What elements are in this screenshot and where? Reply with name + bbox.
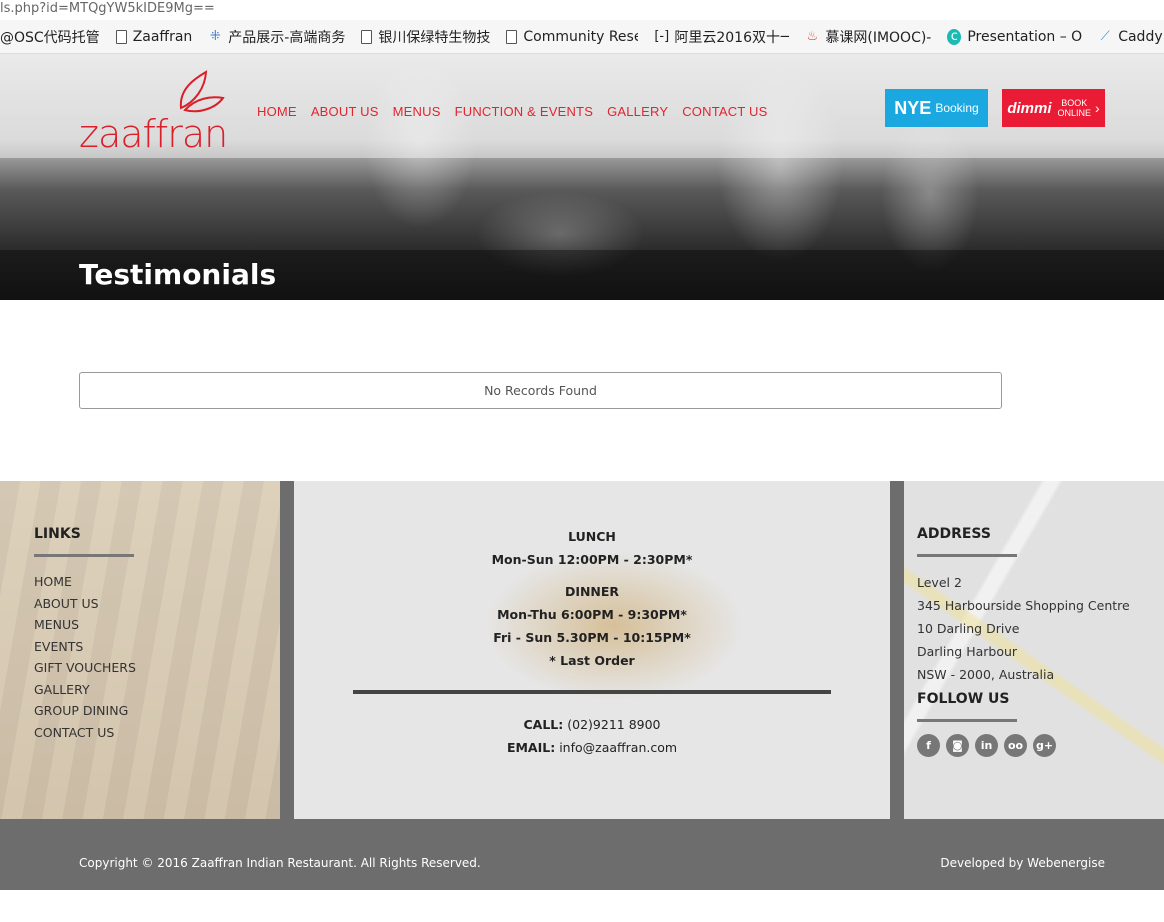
footer-link-home[interactable]: HOME [34, 571, 136, 593]
bookmark-label: Zaaffran [132, 28, 193, 45]
links-heading: LINKS [34, 526, 81, 542]
address-line: 345 Harbourside Shopping Centre [917, 598, 1130, 613]
nav-about[interactable]: ABOUT US [311, 104, 379, 119]
developer-credit[interactable]: Developed by Webenergise [940, 856, 1105, 870]
links-column: LINKS HOME ABOUT US MENUS EVENTS GIFT VO… [34, 526, 136, 743]
nav-gallery[interactable]: GALLERY [607, 104, 668, 119]
address-bar[interactable]: ls.php?id=MTQgYW5kIDE9Mg== [0, 0, 1164, 20]
follow-heading: FOLLOW US [917, 691, 1010, 707]
lunch-label: LUNCH [568, 529, 616, 544]
grid-icon: ⁜ [209, 28, 221, 44]
address-line: 10 Darling Drive [917, 621, 1020, 636]
bookmark-label: Caddy [1118, 28, 1163, 45]
address-divider [917, 554, 1017, 557]
doc-icon [115, 29, 127, 44]
hero-banner: zaaffran HOME ABOUT US MENUS FUNCTION & … [0, 54, 1164, 300]
feather-icon: ⟋ [1100, 28, 1110, 44]
dimmi-book-online-button[interactable]: dimmi BOOK ONLINE › [1002, 89, 1105, 127]
leaf-logo-icon [179, 70, 225, 113]
bookmark-osc[interactable]: @OSC代码托管 [0, 20, 100, 53]
copyright-text: Copyright © 2016 Zaaffran Indian Restaur… [79, 856, 481, 870]
chevron-right-icon: › [1095, 100, 1100, 116]
nav-function-events[interactable]: FUNCTION & EVENTS [455, 104, 593, 119]
hours-divider [353, 690, 831, 694]
footer-link-contact[interactable]: CONTACT US [34, 722, 136, 744]
dinner-weekend-time: Fri - Sun 5.30PM - 10:15PM* [493, 630, 691, 645]
call-label: CALL: [523, 717, 564, 732]
bookmark-label: 银川保绿特生物技 [378, 29, 491, 46]
site-logo[interactable]: zaaffran [79, 68, 228, 156]
dinner-weekday-time: Mon-Thu 6:00PM - 9:30PM* [497, 607, 687, 622]
contact-info: CALL: (02)9211 8900 EMAIL: info@zaaffran… [294, 713, 890, 759]
address-line: Darling Harbour [917, 644, 1018, 659]
footer-link-events[interactable]: EVENTS [34, 636, 136, 658]
opening-hours: LUNCH Mon-Sun 12:00PM - 2:30PM* DINNER M… [294, 525, 890, 672]
nav-contact[interactable]: CONTACT US [682, 104, 767, 119]
nav-home[interactable]: HOME [257, 104, 297, 119]
last-order-note: * Last Order [549, 653, 635, 668]
book-online-label: BOOK ONLINE [1058, 98, 1092, 118]
nav-menus[interactable]: MENUS [393, 104, 441, 119]
footer-link-menus[interactable]: MENUS [34, 614, 136, 636]
dinner-label: DINNER [564, 584, 620, 599]
doc-icon [361, 29, 373, 44]
empty-records-message: No Records Found [79, 372, 1002, 409]
bookmark-caddy[interactable]: ⟋ Caddy [1098, 20, 1163, 53]
lunch-time: Mon-Sun 12:00PM - 2:30PM* [491, 552, 693, 567]
bookmark-aliyun[interactable]: [-] 阿里云2016双十一 [654, 20, 790, 53]
address-line: NSW - 2000, Australia [917, 667, 1055, 682]
bookmark-label: 阿里云2016双十一 [674, 29, 790, 46]
bracket-icon: [-] [654, 28, 670, 44]
bookmark-label: Presentation – O [967, 28, 1083, 45]
booking-label: Booking [935, 101, 979, 115]
linkedin-icon[interactable]: in [975, 734, 998, 757]
links-divider [34, 554, 134, 557]
doc-icon [506, 29, 518, 44]
online-label: ONLINE [1057, 108, 1092, 118]
facebook-icon[interactable]: f [917, 734, 940, 757]
c-icon: c [947, 28, 962, 45]
main-nav: HOME ABOUT US MENUS FUNCTION & EVENTS GA… [257, 104, 782, 119]
follow-divider [917, 719, 1017, 722]
bookmark-yinchuan[interactable]: 银川保绿特生物技 [361, 20, 491, 53]
nye-label: NYE [894, 97, 932, 118]
nye-booking-button[interactable]: NYE Booking [885, 89, 988, 127]
footer-link-gallery[interactable]: GALLERY [34, 679, 136, 701]
bookmark-label: 慕课网(IMOOC)- [825, 29, 932, 46]
dimmi-brand: dimmi [1007, 99, 1052, 117]
bookmark-label: @OSC代码托管 [0, 29, 100, 46]
social-links: f ◙ in oo g+ [917, 734, 1130, 757]
page-title: Testimonials [79, 258, 277, 291]
bookmark-community[interactable]: Community Rese [506, 20, 639, 53]
address-line: Level 2 [917, 575, 962, 590]
bottom-bar: Copyright © 2016 Zaaffran Indian Restaur… [0, 819, 1164, 890]
footer-link-about[interactable]: ABOUT US [34, 593, 136, 615]
bookmark-zaaffran[interactable]: Zaaffran [115, 20, 193, 53]
bookmark-imooc[interactable]: ♨ 慕课网(IMOOC)- [805, 20, 932, 53]
logo-text: zaaffran [79, 112, 228, 156]
googleplus-icon[interactable]: g+ [1033, 734, 1056, 757]
tripadvisor-icon[interactable]: oo [1004, 734, 1027, 757]
bookmark-products[interactable]: ⁜ 产品展示-高端商务 [208, 20, 346, 53]
bookmark-presentation[interactable]: c Presentation – O [947, 20, 1083, 53]
footer-link-gift-vouchers[interactable]: GIFT VOUCHERS [34, 657, 136, 679]
flame-icon: ♨ [806, 28, 819, 44]
email-label: EMAIL: [506, 740, 556, 755]
bookmarks-bar: @OSC代码托管 Zaaffran ⁜ 产品展示-高端商务 银川保绿特生物技 Co… [0, 20, 1164, 54]
phone-number[interactable]: (02)9211 8900 [567, 717, 660, 732]
bookmark-label: 产品展示-高端商务 [228, 29, 346, 46]
instagram-icon[interactable]: ◙ [946, 734, 969, 757]
book-label: BOOK [1061, 98, 1088, 108]
bookmark-label: Community Rese [523, 28, 639, 45]
email-address[interactable]: info@zaaffran.com [559, 740, 677, 755]
footer-link-group-dining[interactable]: GROUP DINING [34, 700, 136, 722]
footer: LINKS HOME ABOUT US MENUS EVENTS GIFT VO… [0, 481, 1164, 819]
address-heading: ADDRESS [917, 526, 991, 542]
address-column: ADDRESS Level 2 345 Harbourside Shopping… [917, 526, 1130, 757]
